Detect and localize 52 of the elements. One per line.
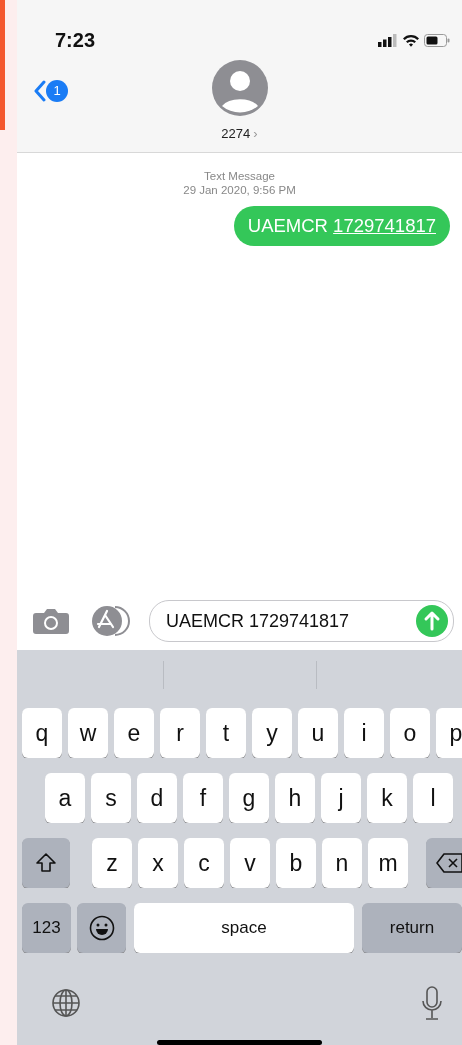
letter-key[interactable]: i <box>344 708 384 758</box>
message-text: UAEMCR <box>247 214 329 236</box>
letter-key[interactable]: v <box>230 838 270 888</box>
backspace-icon <box>436 853 462 873</box>
letter-key[interactable]: m <box>368 838 408 888</box>
letter-key[interactable]: e <box>114 708 154 758</box>
letter-key[interactable]: q <box>22 708 62 758</box>
message-input[interactable]: UAEMCR 1729741817 <box>149 600 454 642</box>
letter-key[interactable]: b <box>276 838 316 888</box>
chevron: › <box>253 125 258 143</box>
back-icon <box>34 80 46 102</box>
letter-key[interactable]: l <box>413 773 453 823</box>
letter-key[interactable]: j <box>321 773 361 823</box>
letter-key[interactable]: t <box>206 708 246 758</box>
wifi-icon <box>402 33 420 47</box>
letter-key[interactable]: k <box>367 773 407 823</box>
contact-avatar[interactable] <box>211 60 268 116</box>
signal-icon <box>378 33 398 47</box>
numbers-key[interactable]: 123 <box>22 903 71 953</box>
service-label: Text Message <box>203 169 276 184</box>
microphone-icon[interactable] <box>422 986 442 1020</box>
shift-icon <box>35 852 57 874</box>
letter-key[interactable]: a <box>45 773 85 823</box>
emoji-key[interactable] <box>77 903 126 953</box>
camera-icon[interactable] <box>33 608 69 634</box>
letter-key[interactable]: o <box>390 708 430 758</box>
letter-key[interactable]: u <box>298 708 338 758</box>
letter-key[interactable]: h <box>275 773 315 823</box>
message-field[interactable]: UAEMCR 1729741817 <box>164 606 416 636</box>
app-store-icon[interactable] <box>91 605 131 637</box>
timestamp: 29 Jan 2020, 9:56 PM <box>182 183 297 198</box>
shift-key[interactable] <box>22 838 70 888</box>
letter-key[interactable]: w <box>68 708 108 758</box>
letter-key[interactable]: d <box>137 773 177 823</box>
letter-key[interactable]: y <box>252 708 292 758</box>
status-time: 7:23 <box>55 28 96 53</box>
letter-key[interactable]: c <box>184 838 224 888</box>
globe-icon[interactable] <box>51 988 81 1018</box>
letter-key[interactable]: z <box>92 838 132 888</box>
backspace-key[interactable] <box>426 838 462 888</box>
letter-key[interactable]: n <box>322 838 362 888</box>
letter-key[interactable]: r <box>160 708 200 758</box>
letter-key[interactable]: p <box>436 708 462 758</box>
letter-key[interactable]: g <box>229 773 269 823</box>
battery-icon <box>424 33 450 47</box>
letter-key[interactable]: x <box>138 838 178 888</box>
letter-key[interactable]: f <box>183 773 223 823</box>
return-key[interactable]: return <box>362 903 462 953</box>
space-key[interactable]: space <box>134 903 354 953</box>
contact-name[interactable]: 2274 <box>221 124 251 144</box>
letter-key[interactable]: s <box>91 773 131 823</box>
smiley-icon <box>88 915 115 941</box>
